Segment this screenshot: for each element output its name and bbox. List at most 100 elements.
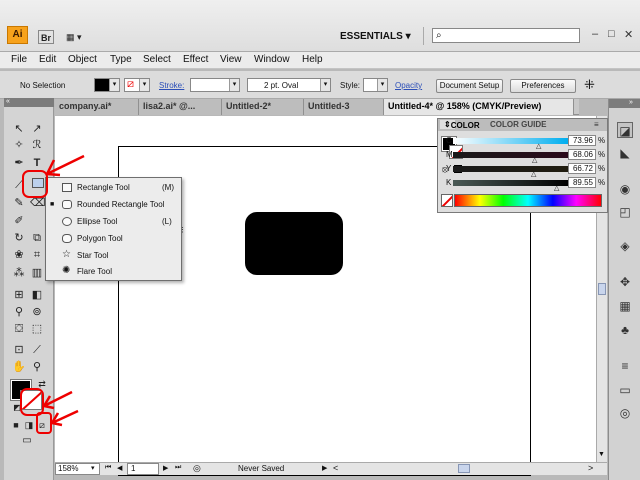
magenta-value-input[interactable]: 68.06	[568, 149, 596, 160]
graphic-styles-panel-icon[interactable]: ◰	[617, 204, 633, 220]
menu-type[interactable]: Type	[110, 54, 132, 65]
swatches-panel-icon[interactable]: ▦	[617, 298, 633, 314]
page-field[interactable]: 1	[127, 463, 159, 475]
stroke-color-dropdown[interactable]: ⧄ ▾	[124, 78, 150, 92]
collapse-panel-icon[interactable]: «	[4, 98, 54, 107]
live-paint-bucket-tool-icon[interactable]: ⛋	[12, 322, 26, 336]
lasso-tool-icon[interactable]: ℛ	[30, 138, 44, 152]
eyedropper-tool-icon[interactable]: ⚲	[12, 305, 26, 319]
tab-color-guide[interactable]: COLOR GUIDE	[490, 120, 546, 129]
symbols-panel-icon[interactable]: ♣	[617, 322, 633, 338]
black-slider[interactable]	[453, 180, 568, 186]
gradient-mode-icon[interactable]: ◨	[22, 418, 36, 432]
color-mode-icon[interactable]: ■	[9, 418, 23, 432]
menu-file[interactable]: File	[11, 54, 27, 65]
flyout-star-tool[interactable]: ☆ Star Tool	[46, 248, 181, 264]
status-menu-icon[interactable]: ▶	[322, 464, 327, 472]
flyout-flare-tool[interactable]: ✺ Flare Tool	[46, 264, 181, 280]
pen-tool-icon[interactable]: ✒	[12, 156, 26, 170]
blend-tool-icon[interactable]: ⊚	[30, 305, 44, 319]
scroll-left-icon[interactable]: <	[333, 463, 338, 473]
horizontal-scroll-thumb[interactable]	[458, 464, 470, 473]
none-color-button[interactable]	[441, 194, 453, 207]
chevron-down-icon[interactable]: ▾	[91, 464, 95, 472]
help-search-input[interactable]: ⌕	[432, 28, 580, 43]
scroll-down-icon[interactable]: ▼	[598, 451, 605, 458]
scroll-thumb[interactable]	[598, 283, 606, 295]
first-page-icon[interactable]: ⏮	[105, 464, 111, 472]
live-paint-selection-tool-icon[interactable]: ⬚	[30, 322, 44, 336]
free-transform-tool-icon[interactable]: ⌗	[30, 248, 44, 262]
cyan-slider[interactable]	[453, 138, 568, 144]
workspace-switcher[interactable]: ESSENTIALS ▾	[340, 31, 411, 42]
last-page-icon[interactable]: ⏭	[175, 464, 181, 472]
appearance-panel-icon[interactable]: ◉	[617, 181, 633, 197]
paintbrush-tool-icon[interactable]: ✎	[12, 196, 26, 210]
tab-color[interactable]: ⇕ COLOR	[440, 120, 480, 130]
rounded-rectangle-shape[interactable]	[245, 212, 343, 275]
bridge-button[interactable]: Br	[38, 30, 55, 44]
zoom-tool-icon[interactable]: ⚲	[30, 360, 44, 374]
black-value-input[interactable]: 89.55	[568, 177, 596, 188]
gradient-panel-icon[interactable]: ▭	[617, 382, 633, 398]
tearoff-icon[interactable]: ⋮	[179, 226, 186, 234]
type-tool-icon[interactable]: T	[30, 156, 44, 170]
direct-selection-tool-icon[interactable]: ↗	[30, 122, 44, 136]
minimize-icon[interactable]: –	[592, 28, 598, 40]
tab-untitled-2[interactable]: Untitled-2*	[222, 99, 304, 115]
fill-color-dropdown[interactable]: ▾	[94, 78, 120, 92]
menu-view[interactable]: View	[220, 54, 242, 65]
opacity-link[interactable]: Opacity	[395, 81, 422, 90]
menu-effect[interactable]: Effect	[183, 54, 208, 65]
flyout-ellipse-tool[interactable]: Ellipse Tool (L)	[46, 214, 181, 230]
menu-help[interactable]: Help	[302, 54, 323, 65]
menu-edit[interactable]: Edit	[39, 54, 56, 65]
layers-panel-icon[interactable]: ◈	[617, 238, 633, 254]
tab-untitled-4[interactable]: Untitled-4* @ 158% (CMYK/Preview)	[384, 99, 574, 115]
tab-lisa2[interactable]: lisa2.ai* @...	[139, 99, 222, 115]
previous-page-icon[interactable]: ◀	[117, 464, 122, 472]
stroke-weight-input[interactable]: ▾	[190, 78, 240, 92]
tab-untitled-3[interactable]: Untitled-3	[304, 99, 384, 115]
mesh-tool-icon[interactable]: ⊞	[12, 288, 26, 302]
graphic-style-dropdown[interactable]: ▾	[363, 78, 388, 92]
maximize-icon[interactable]: □	[608, 28, 615, 40]
rotate-tool-icon[interactable]: ↻	[12, 231, 26, 245]
hand-tool-icon[interactable]: ✋	[12, 360, 26, 374]
scroll-right-icon[interactable]: >	[588, 463, 593, 473]
menu-object[interactable]: Object	[68, 54, 97, 65]
panel-menu-icon[interactable]: ≡	[594, 120, 599, 129]
scale-tool-icon[interactable]: ⧉	[30, 231, 44, 245]
transparency-panel-icon[interactable]: ◎	[617, 405, 633, 421]
preferences-button[interactable]: Preferences	[510, 79, 576, 93]
color-spectrum-bar[interactable]	[454, 194, 602, 207]
menu-select[interactable]: Select	[143, 54, 171, 65]
color-guide-panel-icon[interactable]: ◣	[617, 145, 633, 161]
status-options-icon[interactable]: ◎	[193, 463, 201, 474]
arrange-documents-icon[interactable]: ▦ ▾	[66, 30, 82, 44]
color-panel-icon[interactable]: ◪	[617, 122, 633, 138]
magenta-slider[interactable]	[453, 152, 568, 158]
screen-mode-icon[interactable]: ▭	[20, 434, 34, 448]
expand-dock-icon[interactable]: »	[609, 99, 640, 108]
next-page-icon[interactable]: ▶	[163, 464, 168, 472]
flyout-rounded-rectangle-tool[interactable]: ■ Rounded Rectangle Tool	[46, 197, 181, 213]
slider-handle-icon[interactable]: △	[554, 184, 559, 192]
brushes-panel-icon[interactable]: ✥	[617, 274, 633, 290]
artboard-tool-icon[interactable]: ⊡	[12, 343, 26, 357]
document-setup-button[interactable]: Document Setup	[436, 79, 503, 93]
brush-definition-dropdown[interactable]: 2 pt. Oval ▾	[247, 78, 331, 92]
yellow-value-input[interactable]: 66.72	[568, 163, 596, 174]
gradient-tool-icon[interactable]: ◧	[30, 288, 44, 302]
stroke-link[interactable]: Stroke:	[159, 81, 184, 90]
column-graph-tool-icon[interactable]: ▥	[30, 266, 44, 280]
symbol-sprayer-tool-icon[interactable]: ⁂	[12, 266, 26, 280]
menu-window[interactable]: Window	[254, 54, 290, 65]
warp-tool-icon[interactable]: ❀	[12, 248, 26, 262]
flyout-rectangle-tool[interactable]: Rectangle Tool (M)	[46, 180, 181, 196]
magic-wand-tool-icon[interactable]: ✧	[12, 138, 26, 152]
stroke-panel-icon[interactable]: ≡	[617, 358, 633, 374]
tab-company[interactable]: company.ai*	[55, 99, 139, 115]
flyout-polygon-tool[interactable]: Polygon Tool	[46, 231, 181, 247]
pencil-tool-icon[interactable]: ✐	[12, 214, 26, 228]
